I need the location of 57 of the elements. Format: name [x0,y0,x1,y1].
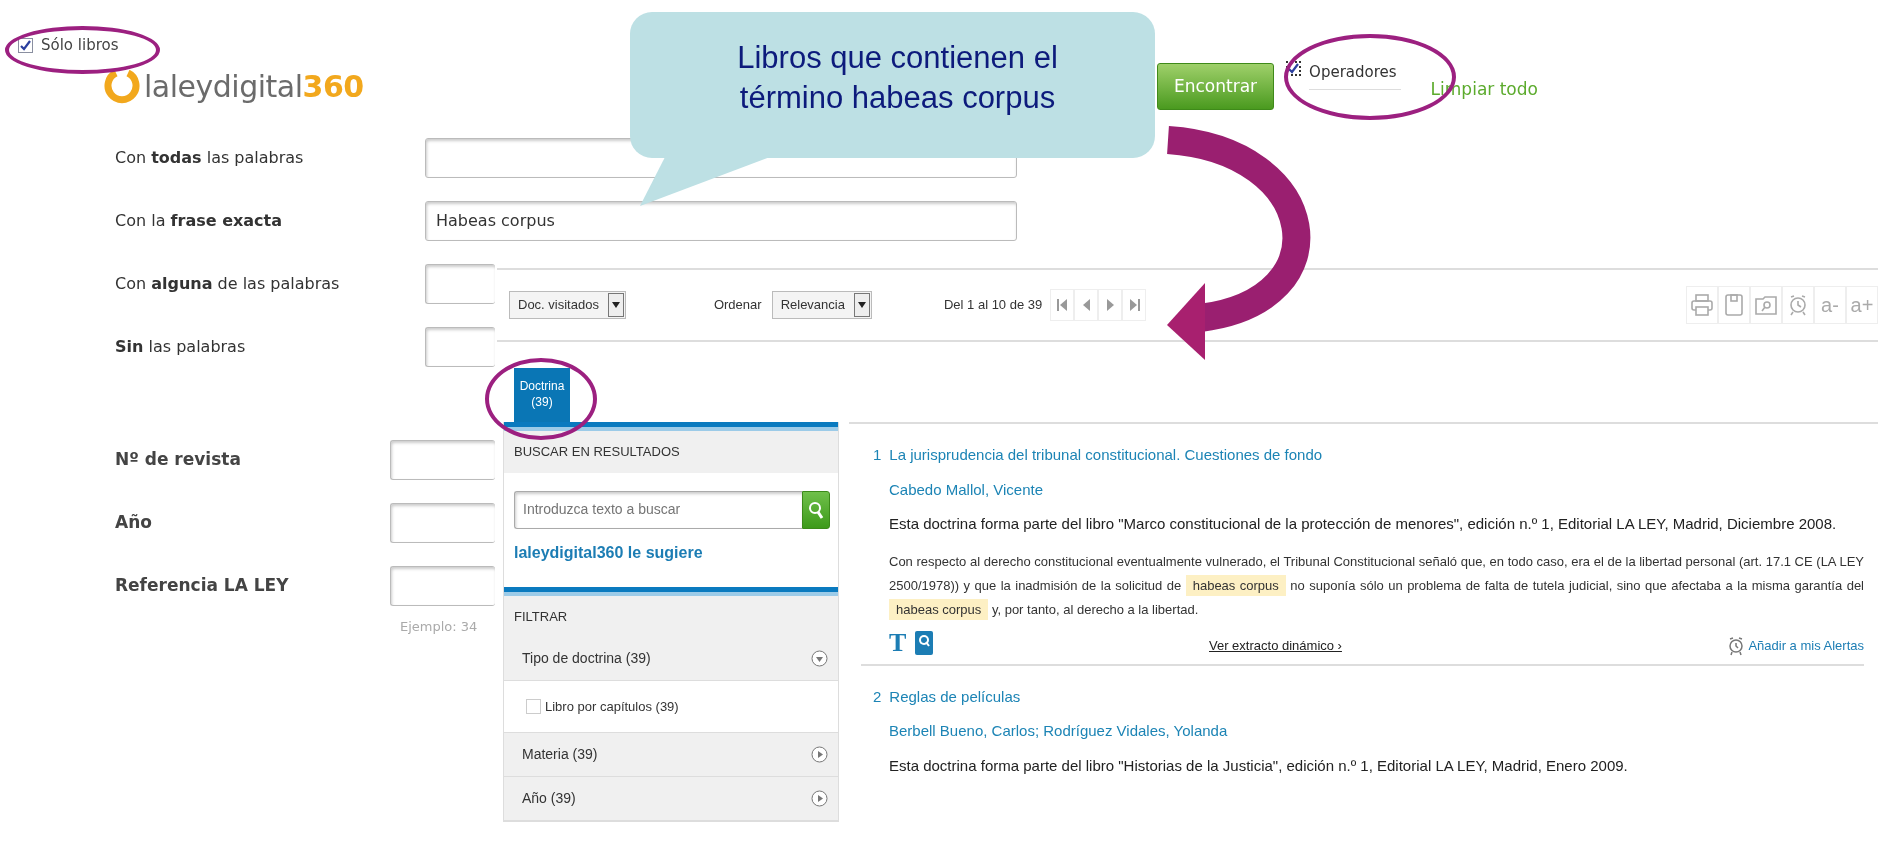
example-hint: Ejemplo: 34 [400,618,479,636]
checkbox-label: Sólo libros [41,35,119,56]
checkbox-label: Libro por capítulos (39) [545,697,679,716]
first-page-icon[interactable] [1055,298,1069,312]
caret-icon[interactable] [611,302,620,308]
filter-facet[interactable]: Materia (39) [504,733,838,777]
checkbox[interactable] [18,37,33,53]
chevron-right-icon[interactable] [811,790,828,807]
text-field[interactable] [390,439,495,480]
logo-icon [104,68,140,105]
text-field[interactable] [390,502,495,543]
search-icon[interactable] [808,500,824,519]
chevron-down-icon[interactable] [811,650,828,667]
result-number: 2 [873,686,882,707]
field-label: Sin las palabras [114,335,247,358]
section-header: BUSCAR EN RESULTADOS [504,431,838,473]
suggestions-heading: laleydigital360 le sugiere [514,542,704,563]
save-icon[interactable] [1722,293,1746,317]
result-number: 1 [873,445,882,465]
visited-dropdown[interactable]: Doc. visitados [509,291,626,319]
print-icon[interactable] [1690,293,1714,317]
book-search-icon[interactable] [914,629,935,656]
text-field[interactable] [425,326,495,367]
result-range: Del 1 al 10 de 39 [943,296,1043,315]
text-field[interactable] [425,263,495,304]
sort-label: Ordenar [713,296,762,315]
field-label: Con todas las palabras [114,146,305,169]
checkbox-label: Operadores [1309,60,1401,90]
section-header: FILTRAR [504,595,838,637]
filter-facet[interactable]: Tipo de doctrina (39) [504,637,838,681]
chevron-right-icon[interactable] [811,746,828,763]
text-field[interactable] [390,565,495,606]
alarm-clock-icon [1728,635,1745,656]
text-view-icon[interactable]: T [889,629,907,656]
text-field[interactable]: Habeas corpus [425,200,1017,241]
source-text: Esta doctrina forma parte del libro "Historias de la Justicia", edición n.º 1, Editorial LA LEY, Madrid, Enero 2009. [889,755,1629,776]
extract-link[interactable]: Ver extracto dinámico › [1209,636,1342,656]
result-title[interactable]: Reglas de películas [889,685,1021,708]
logo-text: laleydigital360 [144,67,364,106]
field-label: Año [114,510,153,534]
filter-facet[interactable]: Año (39) [504,777,838,821]
author-names[interactable]: Berbell Bueno, Carlos; Rodríguez Vidales, Yolanda [889,720,1864,743]
author-names[interactable]: Cabedo Mallol, Vicente [889,478,1864,501]
caret-icon[interactable] [857,302,866,308]
sort-dropdown[interactable]: Relevancia [771,291,872,319]
folder-search-icon[interactable] [1754,293,1778,317]
field-label: Referencia LA LEY [114,573,290,597]
field-label: Nº de revista [114,447,242,471]
results-tab[interactable]: Doctrina (39) [514,368,570,422]
field-label: Con la frase exacta [114,209,284,232]
add-alert-link[interactable]: Añadir a mis Alertas [1728,635,1864,656]
snippet-text: Con respecto al derecho constitucional eventualmente vulnerado, el Tribunal Constitucional señaló que, en todo caso, era el de la libertad personal (art. 17.1 CE (LA LEY 2500/1978)) y que la inadmisión de la solicitud de habeas corpus no suponía sólo un problema de falta de tutela judicial, sino que afectaba a la misma garantía del habeas corpus y, por tanto, al derecho a la libertad. [889,549,1864,622]
find-button[interactable]: Encontrar [1157,62,1275,110]
field-label: Con alguna de las palabras [114,272,341,295]
last-page-icon[interactable] [1127,298,1141,312]
result-title[interactable]: La jurisprudencia del tribunal constitucional. Cuestiones de fondo [889,444,1323,467]
source-text: Esta doctrina forma parte del libro "Marco constitucional de la protección de menores", edición n.º 1, Editorial LA LEY, Madrid, Diciembre 2008. [889,514,1838,534]
